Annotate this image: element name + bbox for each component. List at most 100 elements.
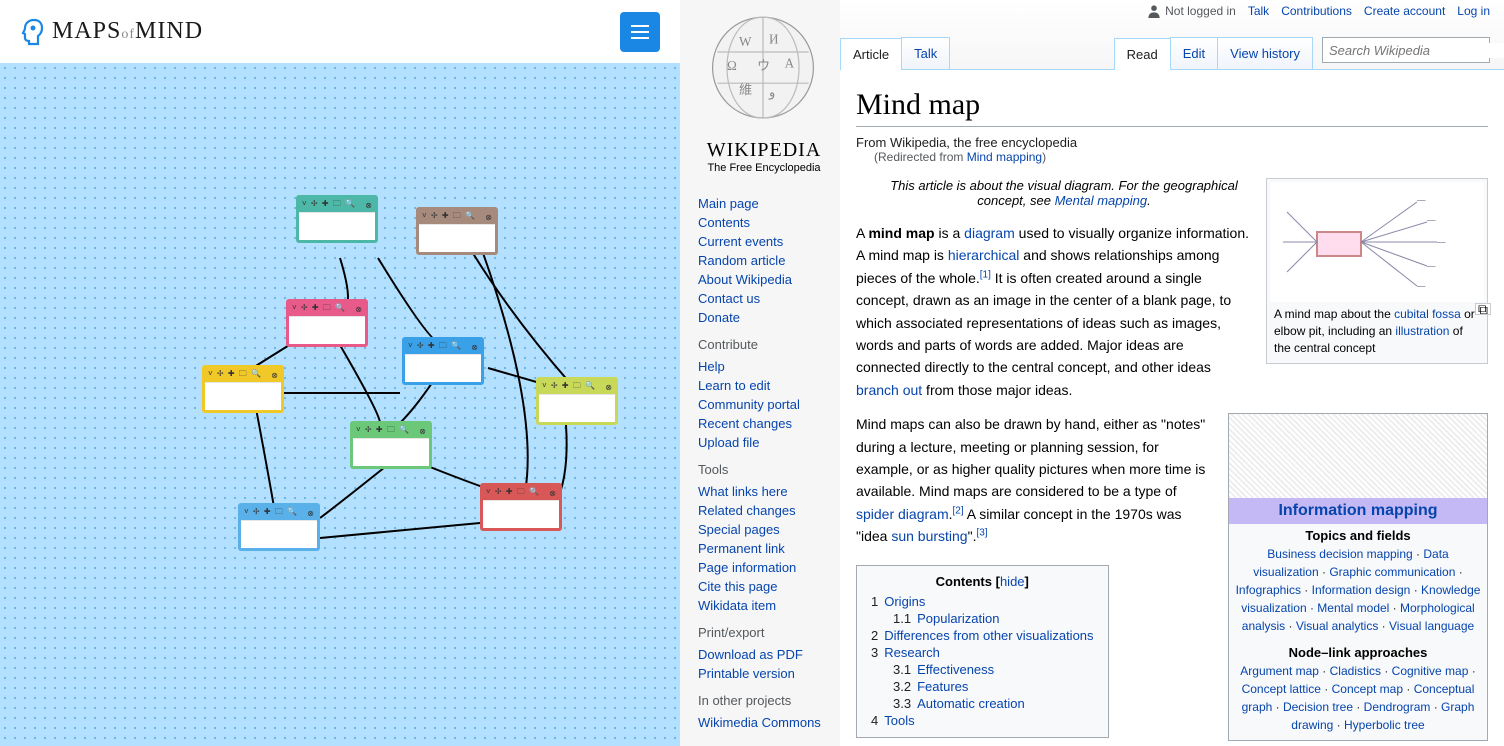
sidebar-nav-link[interactable]: Recent changes [698,414,830,433]
navbox-link[interactable]: Visual analytics [1296,619,1379,633]
wikipedia-wordmark: WIKIPEDIA [698,139,830,162]
tab-article[interactable]: Article [840,38,902,70]
mindmap-node[interactable]: ˅ ✢ ✚ 🗀 🔍⊗ [536,377,618,425]
mindmap-node[interactable]: ˅ ✢ ✚ 🗀 🔍⊗ [402,337,484,385]
mindmap-node[interactable]: ˅ ✢ ✚ 🗀 🔍⊗ [350,421,432,469]
wiki-sidebar: WИ ΩウA 維و WIKIPEDIA The Free Encyclopedi… [680,0,840,746]
sidebar-nav-link[interactable]: Wikidata item [698,596,830,615]
mindmap-node[interactable]: ˅ ✢ ✚ 🗀 🔍⊗ [238,503,320,551]
ref-2[interactable]: [2] [953,505,964,516]
sidebar-nav-link[interactable]: Permanent link [698,539,830,558]
toc-item[interactable]: 3.1Effectiveness [871,661,1094,678]
navbox-link[interactable]: Infographics [1236,583,1301,597]
link-diagram[interactable]: diagram [964,225,1015,241]
navbox-link[interactable]: Argument map [1240,664,1319,678]
wiki-view-tabs: Read Edit View history [1114,37,1312,69]
sidebar-nav-link[interactable]: Random article [698,251,830,270]
svg-text:W: W [739,34,752,49]
navbox-link[interactable]: Dendrogram [1364,700,1431,714]
link-hierarchical[interactable]: hierarchical [948,247,1020,263]
toc-item[interactable]: 3.3Automatic creation [871,695,1094,712]
toc-item[interactable]: 4Tools [871,712,1094,729]
navbox-link[interactable]: Decision tree [1283,700,1353,714]
sidebar-nav-link[interactable]: Learn to edit [698,376,830,395]
toc-hide-toggle[interactable]: hide [1000,574,1025,589]
sidebar-nav-link[interactable]: Contact us [698,289,830,308]
mindmap-node[interactable]: ˅ ✢ ✚ 🗀 🔍⊗ [416,207,498,255]
sidebar-nav-link[interactable]: Main page [698,194,830,213]
wikipedia-globe-icon[interactable]: WИ ΩウA 維و [698,10,828,130]
link-spider-diagram[interactable]: spider diagram [856,506,949,522]
contributions-link[interactable]: Contributions [1281,4,1352,18]
navbox-link[interactable]: Visual language [1389,619,1474,633]
tab-read[interactable]: Read [1114,38,1171,70]
sidebar-nav-link[interactable]: Contents [698,213,830,232]
toc-item[interactable]: 1.1Popularization [871,610,1094,627]
hamburger-icon [631,25,649,39]
sidebar-nav-link[interactable]: Special pages [698,520,830,539]
mom-logo-text: MAPSofMIND [52,18,203,45]
caption-link[interactable]: illustration [1395,324,1449,338]
svg-text:──: ── [1416,198,1426,204]
mom-header: MAPSofMIND [0,0,680,63]
wiki-search-box[interactable] [1322,37,1490,63]
link-branch-out[interactable]: branch out [856,382,922,398]
sidebar-nav-link[interactable]: Help [698,357,830,376]
sidebar-nav-link[interactable]: Page information [698,558,830,577]
talk-link[interactable]: Talk [1248,4,1269,18]
sidebar-nav-link[interactable]: Current events [698,232,830,251]
expand-icon[interactable]: ⧉ [1475,303,1491,315]
sidebar-nav-link[interactable]: Upload file [698,433,830,452]
mindmap-node[interactable]: ˅ ✢ ✚ 🗀 🔍⊗ [480,483,562,531]
navbox-link[interactable]: Business decision mapping [1267,547,1412,561]
sidebar-nav-link[interactable]: Printable version [698,664,830,683]
thumbnail-caption: A mind map about the cubital fossa or el… [1270,302,1484,360]
navbox-link[interactable]: Information design [1312,583,1411,597]
mindmap-canvas[interactable]: ˅ ✢ ✚ 🗀 🔍⊗ ˅ ✢ ✚ 🗀 🔍⊗ ˅ ✢ ✚ 🗀 🔍⊗ ˅ ✢ ✚ 🗀… [0,63,680,746]
tab-edit[interactable]: Edit [1170,37,1218,69]
hatnote-link[interactable]: Mental mapping [1055,193,1148,208]
redirect-link[interactable]: Mind mapping [967,150,1042,164]
navbox-image[interactable] [1229,414,1487,498]
navbox-link[interactable]: Concept map [1332,682,1403,696]
mindmap-node[interactable]: ˅ ✢ ✚ 🗀 🔍⊗ [296,195,378,243]
toc-item[interactable]: 2Differences from other visualizations [871,627,1094,644]
search-input[interactable] [1329,43,1504,58]
tab-talk[interactable]: Talk [901,37,950,69]
thumbnail-image[interactable]: ────── ──── [1270,182,1484,302]
sidebar-nav-link[interactable]: Community portal [698,395,830,414]
ref-1[interactable]: [1] [980,269,991,280]
hamburger-menu-button[interactable] [620,12,660,52]
sidebar-nav-link[interactable]: Related changes [698,501,830,520]
mom-logo[interactable]: MAPSofMIND [20,18,203,46]
redirect-notice: (Redirected from Mind mapping) [856,150,1488,164]
sidebar-nav-link[interactable]: Donate [698,308,830,327]
sidebar-nav-link[interactable]: What links here [698,482,830,501]
sidebar-nav-link[interactable]: About Wikipedia [698,270,830,289]
sidebar-nav-link[interactable]: Wikimedia Commons [698,713,830,732]
navbox-link[interactable]: Mental model [1317,601,1389,615]
svg-text:──: ── [1436,240,1446,246]
toc-item[interactable]: 3.2Features [871,678,1094,695]
login-link[interactable]: Log in [1457,4,1490,18]
sidebar-nav-link[interactable]: Download as PDF [698,645,830,664]
toc-item[interactable]: 3Research [871,644,1094,661]
toc-item[interactable]: 1Origins [871,593,1094,610]
ref-3[interactable]: [3] [976,527,987,538]
navbox-link[interactable]: Hyperbolic tree [1344,718,1425,732]
mindmap-node[interactable]: ˅ ✢ ✚ 🗀 🔍⊗ [202,365,284,413]
navbox-link[interactable]: Concept lattice [1242,682,1321,696]
nav-print-heading: Print/export [698,625,830,640]
svg-text:И: И [769,32,779,47]
mindmap-node[interactable]: ˅ ✢ ✚ 🗀 🔍⊗ [286,299,368,347]
navbox-link[interactable]: Cognitive map [1392,664,1469,678]
link-sun-bursting[interactable]: sun bursting [891,528,967,544]
navbox-link[interactable]: Cladistics [1330,664,1381,678]
tab-history[interactable]: View history [1217,37,1313,69]
caption-link[interactable]: cubital fossa [1394,307,1461,321]
wiki-user-links: Not logged in Talk Contributions Create … [1147,4,1490,18]
svg-text:──: ── [1426,218,1436,224]
create-account-link[interactable]: Create account [1364,4,1445,18]
sidebar-nav-link[interactable]: Cite this page [698,577,830,596]
navbox-link[interactable]: Graphic communication [1329,565,1455,579]
